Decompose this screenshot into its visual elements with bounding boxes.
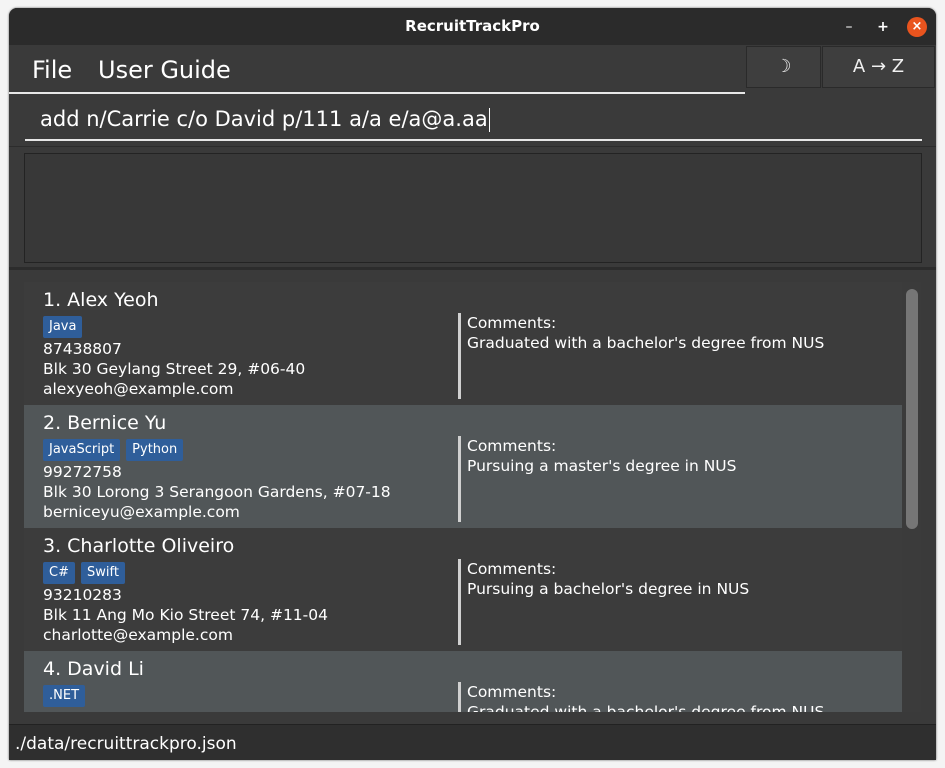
- person-email: alexyeoh@example.com: [43, 380, 234, 398]
- person-phone: 99272758: [43, 463, 122, 481]
- minimize-icon[interactable]: –: [839, 17, 859, 37]
- menu-divider: [9, 92, 745, 94]
- tag: .NET: [43, 685, 86, 707]
- tag-list: Java: [43, 315, 88, 338]
- comment-divider: [458, 682, 461, 712]
- scrollbar-thumb[interactable]: [906, 289, 918, 529]
- title-bar[interactable]: RecruitTrackPro – + ×: [9, 8, 936, 45]
- person-address: Blk 30 Geylang Street 29, #06-40: [43, 360, 306, 378]
- menu-file[interactable]: File: [32, 55, 72, 85]
- comment-text: Graduated with a bachelor's degree from …: [467, 703, 825, 712]
- tag: Swift: [80, 562, 125, 584]
- command-input[interactable]: add n/Carrie c/o David p/111 a/a e/a@a.a…: [25, 101, 922, 141]
- person-name: 3. Charlotte Oliveiro: [43, 535, 235, 557]
- data-file-path: ./data/recruittrackpro.json: [15, 734, 237, 754]
- person-card[interactable]: 4. David Li .NET Comments: Graduated wit…: [24, 651, 902, 712]
- result-display[interactable]: [24, 153, 922, 263]
- command-box: add n/Carrie c/o David p/111 a/a e/a@a.a…: [9, 95, 936, 146]
- comment-text: Pursuing a master's degree in NUS: [467, 457, 737, 475]
- menu-bar: File User Guide ☽ A → Z: [9, 45, 936, 95]
- divider: [9, 267, 936, 270]
- tag: JavaScript: [43, 439, 121, 461]
- theme-toggle-button[interactable]: ☽: [746, 46, 821, 88]
- person-address: Blk 30 Lorong 3 Serangoon Gardens, #07-1…: [43, 483, 391, 501]
- person-phone: 87438807: [43, 340, 122, 358]
- comment-label: Comments:: [467, 314, 557, 332]
- person-name: 2. Bernice Yu: [43, 412, 167, 434]
- tag-list: C# Swift: [43, 561, 131, 584]
- app-window: RecruitTrackPro – + × File User Guide ☽ …: [9, 8, 936, 760]
- person-card[interactable]: 3. Charlotte Oliveiro C# Swift 93210283 B…: [24, 528, 902, 651]
- comment-divider: [458, 313, 461, 399]
- tag-list: JavaScript Python: [43, 438, 189, 461]
- person-list[interactable]: 1. Alex Yeoh Java 87438807 Blk 30 Geylan…: [24, 282, 903, 712]
- person-address: Blk 11 Ang Mo Kio Street 74, #11-04: [43, 606, 328, 624]
- window-title: RecruitTrackPro: [405, 17, 540, 35]
- person-email: berniceyu@example.com: [43, 503, 240, 521]
- person-email: charlotte@example.com: [43, 626, 233, 644]
- tag: Python: [126, 439, 184, 461]
- person-name: 4. David Li: [43, 658, 144, 680]
- close-icon[interactable]: ×: [907, 17, 927, 37]
- comment-text: Graduated with a bachelor's degree from …: [467, 334, 825, 352]
- person-card[interactable]: 1. Alex Yeoh Java 87438807 Blk 30 Geylan…: [24, 282, 902, 405]
- divider: [9, 146, 936, 147]
- command-text: add n/Carrie c/o David p/111 a/a e/a@a.a…: [40, 107, 488, 131]
- comment-label: Comments:: [467, 437, 557, 455]
- comment-label: Comments:: [467, 683, 557, 701]
- status-bar: ./data/recruittrackpro.json: [9, 724, 936, 760]
- person-card[interactable]: 2. Bernice Yu JavaScript Python 99272758 …: [24, 405, 902, 528]
- person-phone: 93210283: [43, 586, 122, 604]
- comment-text: Pursuing a bachelor's degree in NUS: [467, 580, 750, 598]
- text-caret: [488, 108, 490, 132]
- sort-button[interactable]: A → Z: [822, 46, 935, 88]
- menu-user-guide[interactable]: User Guide: [98, 55, 231, 85]
- tag: Java: [43, 316, 83, 338]
- moon-icon: ☽: [775, 56, 792, 77]
- comment-divider: [458, 436, 461, 522]
- comment-divider: [458, 559, 461, 645]
- maximize-icon[interactable]: +: [873, 17, 893, 37]
- tag-list: .NET: [43, 684, 91, 707]
- person-name: 1. Alex Yeoh: [43, 289, 159, 311]
- tag: C#: [43, 562, 75, 584]
- comment-label: Comments:: [467, 560, 557, 578]
